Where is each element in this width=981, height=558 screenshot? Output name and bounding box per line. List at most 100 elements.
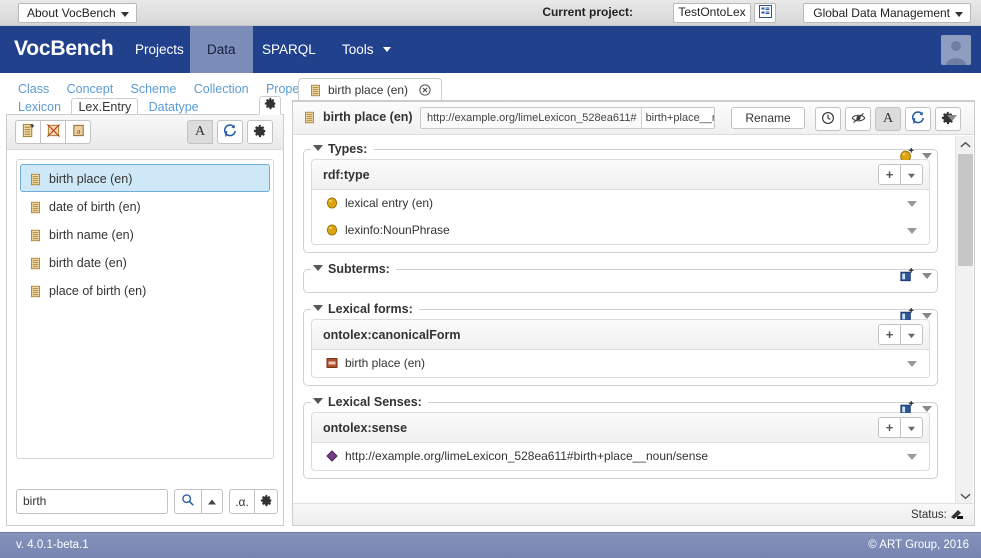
object-row[interactable]: lexinfo:NounPhrase — [312, 217, 929, 244]
section-types-legend[interactable]: Types: — [311, 142, 373, 156]
list-item[interactable]: birth place (en) — [20, 164, 270, 192]
section-lexical-senses: Lexical Senses: ontolex:sense + http://e… — [303, 395, 938, 479]
nav-item-projects[interactable]: Projects — [118, 26, 201, 73]
about-vocbench-dropdown[interactable]: About VocBench — [18, 3, 137, 23]
left-panel-tabs: Class Concept Scheme Collection Property… — [6, 78, 313, 117]
object-row[interactable]: birth place (en) — [312, 350, 929, 377]
alpha-filter-button[interactable]: .α. — [229, 489, 255, 514]
labels-toggle-button[interactable]: A — [875, 107, 901, 131]
tabs-settings-button[interactable] — [259, 96, 281, 115]
edit-entry-icon: a — [71, 123, 86, 141]
sidebar-tab-collection[interactable]: Collection — [187, 80, 256, 99]
resource-uri-field[interactable]: http://example.org/limeLexicon_528ea611#… — [420, 107, 715, 129]
chevron-down-icon[interactable] — [956, 487, 974, 504]
magnifier-icon — [181, 493, 195, 510]
collapse-triangle-icon[interactable] — [313, 398, 323, 404]
section-menu-caret-icon[interactable] — [922, 313, 932, 319]
search-button[interactable] — [174, 489, 202, 514]
collapse-triangle-icon[interactable] — [313, 145, 323, 151]
sidebar-tab-concept[interactable]: Concept — [60, 80, 121, 99]
predicate-menu-button[interactable] — [900, 164, 923, 185]
sidebar-tab-class[interactable]: Class — [11, 80, 56, 99]
object-menu-caret-icon[interactable] — [907, 454, 917, 460]
create-entry-button[interactable] — [15, 120, 41, 144]
section-menu-caret-icon[interactable] — [922, 273, 932, 279]
object-menu-caret-icon[interactable] — [907, 201, 917, 207]
list-item[interactable]: date of birth (en) — [20, 192, 270, 220]
sense-diamond-icon — [326, 445, 338, 472]
nav-item-sparql[interactable]: SPARQL — [245, 26, 333, 73]
section-menu-caret-icon[interactable] — [922, 153, 932, 159]
search-settings-button[interactable] — [254, 489, 278, 514]
version-label: v. 4.0.1-beta.1 — [16, 539, 89, 551]
predicate-name: ontolex:sense — [323, 421, 408, 435]
validation-button[interactable] — [845, 107, 871, 131]
nav-item-tools[interactable]: Tools — [325, 26, 408, 73]
header-overflow-caret-icon[interactable] — [947, 115, 957, 121]
sidebar-tab-scheme[interactable]: Scheme — [124, 80, 184, 99]
global-data-management-dropdown[interactable]: Global Data Management — [803, 3, 971, 23]
lexical-entry-icon — [29, 280, 42, 308]
panel-settings-button[interactable] — [247, 120, 273, 144]
object-row[interactable]: http://example.org/limeLexicon_528ea611#… — [312, 443, 929, 470]
section-subterms-title: Subterms: — [328, 262, 390, 276]
status-text: Status: — [910, 509, 947, 521]
section-lexical-senses-title: Lexical Senses: — [328, 395, 422, 409]
list-item[interactable]: birth date (en) — [20, 248, 270, 276]
object-row[interactable]: lexical entry (en) — [312, 190, 929, 217]
collapse-triangle-icon[interactable] — [313, 265, 323, 271]
search-input[interactable]: birth — [16, 489, 168, 514]
delete-entry-icon — [46, 123, 61, 141]
individual-icon — [326, 192, 338, 219]
object-menu-caret-icon[interactable] — [907, 228, 917, 234]
history-button[interactable] — [815, 107, 841, 131]
add-resource-icon[interactable] — [898, 267, 915, 287]
add-value-button[interactable]: + — [878, 164, 901, 185]
list-item[interactable]: place of birth (en) — [20, 276, 270, 304]
add-value-button[interactable]: + — [878, 417, 901, 438]
user-avatar-icon — [941, 35, 971, 65]
predicate-menu-button[interactable] — [900, 324, 923, 345]
validation-eye-icon — [851, 111, 866, 128]
section-lexical-senses-legend[interactable]: Lexical Senses: — [311, 395, 428, 409]
predicate-card-sense: ontolex:sense + http://example.org/limeL… — [311, 412, 930, 471]
section-lexical-forms-legend[interactable]: Lexical forms: — [311, 302, 419, 316]
delete-entry-button[interactable] — [40, 120, 66, 144]
nav-item-data[interactable]: Data — [190, 26, 253, 73]
refresh-button[interactable] — [905, 107, 931, 131]
status-icon[interactable] — [950, 509, 964, 521]
predicate-card-rdf-type: rdf:type + lexical entry (en) lexinfo:No… — [311, 159, 930, 245]
refresh-button[interactable] — [217, 120, 243, 144]
list-item[interactable]: birth name (en) — [20, 220, 270, 248]
predicate-menu-button[interactable] — [900, 417, 923, 438]
nav-item-sparql-label: SPARQL — [262, 42, 316, 57]
object-menu-caret-icon[interactable] — [907, 361, 917, 367]
collapse-triangle-icon[interactable] — [313, 305, 323, 311]
current-project-label: Current project: — [542, 5, 633, 19]
scrollbar-thumb[interactable] — [958, 154, 973, 266]
resource-tab-birth-place[interactable]: birth place (en) — [298, 78, 443, 101]
avatar[interactable] — [941, 35, 971, 65]
chevron-up-icon[interactable] — [956, 136, 974, 153]
top-strip: About VocBench Current project: TestOnto… — [0, 0, 981, 26]
chevron-down-icon — [120, 12, 129, 17]
main-navbar: VocBench Projects Data SPARQL Tools — [0, 26, 981, 73]
alphabetical-toggle-button[interactable]: A — [187, 120, 213, 144]
add-value-button[interactable]: + — [878, 324, 901, 345]
list-item-label: place of birth (en) — [49, 284, 147, 298]
search-options-button[interactable] — [201, 489, 223, 514]
lexical-entry-icon — [303, 111, 316, 127]
chevron-down-icon — [383, 47, 392, 52]
lex-entry-list[interactable]: birth place (en) date of birth (en) birt… — [16, 159, 274, 459]
resource-scrollbar[interactable] — [955, 136, 973, 504]
project-list-button[interactable] — [754, 3, 776, 23]
section-types-title: Types: — [328, 142, 368, 156]
rename-button[interactable]: Rename — [731, 107, 805, 129]
uri-namespace: http://example.org/limeLexicon_528ea611# — [427, 112, 637, 124]
section-menu-caret-icon[interactable] — [922, 406, 932, 412]
form-icon — [326, 352, 338, 379]
section-subterms-legend[interactable]: Subterms: — [311, 262, 396, 276]
refresh-icon — [911, 110, 925, 128]
edit-entry-button[interactable]: a — [65, 120, 91, 144]
brand-logo[interactable]: VocBench — [14, 37, 114, 61]
